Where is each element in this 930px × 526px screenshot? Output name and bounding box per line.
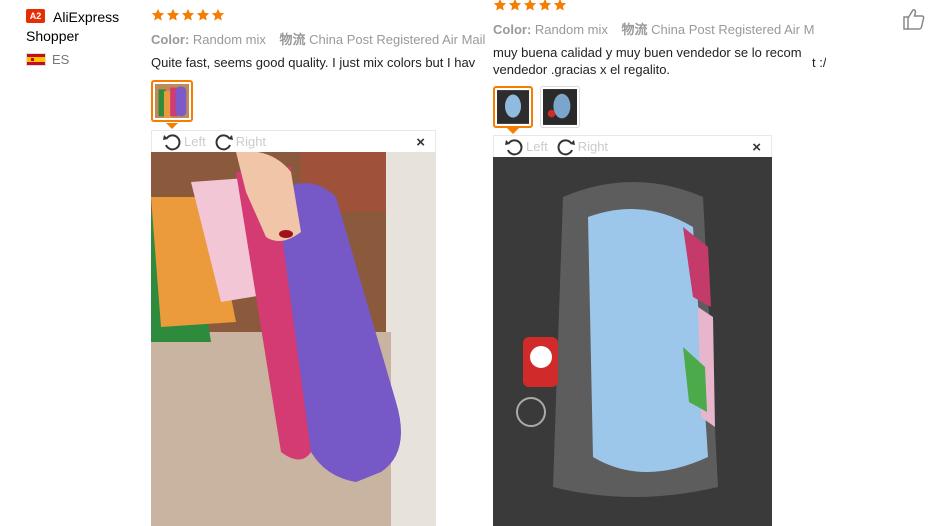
close-viewer-button[interactable]: × (416, 134, 425, 151)
socks-photo-image (151, 152, 436, 526)
rating-stars (493, 0, 567, 12)
star-icon (166, 8, 180, 21)
rotate-right-icon (557, 138, 575, 155)
spain-flag-icon (26, 53, 46, 66)
package-photo-thumb-icon (497, 90, 529, 124)
review-text-line-1: muy buena calidad y muy buen vendedor se… (493, 45, 802, 60)
color-value: Random mix (192, 32, 266, 47)
rotate-left-button[interactable]: Left (162, 132, 206, 152)
helpful-thumbs-up-icon[interactable] (902, 8, 926, 30)
review-photo-thumbnail[interactable] (493, 86, 533, 128)
star-icon (211, 8, 225, 21)
rotate-right-label: Right (577, 139, 609, 154)
rotate-left-icon (163, 133, 181, 150)
review-photo-large (151, 152, 436, 526)
shipping-value: China Post Registered Air M (651, 22, 815, 37)
shipping-label: 物流 (279, 32, 306, 47)
star-icon (151, 8, 165, 21)
reviewer-name: AliExpress Shopper (26, 9, 120, 44)
rotate-left-label: Left (184, 134, 206, 149)
review-meta: Color: Random mix 物流 China Post Register… (151, 29, 491, 48)
star-icon (493, 0, 507, 11)
thumbnail-caret (166, 123, 178, 129)
star-icon (196, 8, 210, 21)
rating-stars (151, 8, 225, 22)
rotate-right-button[interactable]: Right (556, 137, 608, 157)
rotate-left-icon (505, 138, 523, 155)
review-photo-thumbnail[interactable] (151, 80, 193, 122)
photo-viewer: Left Right × (151, 130, 436, 526)
rotate-left-label: Left (526, 139, 548, 154)
shipping-value: China Post Registered Air Mail (309, 32, 486, 47)
review-photo-large (493, 157, 772, 526)
star-icon (553, 0, 567, 11)
star-icon (523, 0, 537, 11)
rotate-right-label: Right (235, 134, 267, 149)
star-icon (538, 0, 552, 11)
close-viewer-button[interactable]: × (752, 139, 761, 156)
package-photo-thumb-icon (543, 89, 577, 125)
thumbnail-caret (507, 128, 519, 134)
sock-photo-thumb-icon (155, 84, 189, 118)
rotate-right-icon (215, 133, 233, 150)
star-icon (508, 0, 522, 11)
color-label: Color: (151, 32, 190, 47)
review-photo-thumbnail-2[interactable] (540, 86, 580, 128)
review-text: Quite fast, seems good quality. I just m… (151, 55, 476, 70)
reviewer-country: ES (52, 52, 70, 67)
review-meta: Color: Random mix 物流 China Post Register… (493, 19, 815, 38)
star-icon (181, 8, 195, 21)
color-label: Color: (493, 22, 532, 37)
rotate-left-button[interactable]: Left (504, 137, 548, 157)
package-photo-image (493, 157, 772, 526)
rotate-right-button[interactable]: Right (214, 132, 266, 152)
color-value: Random mix (534, 22, 608, 37)
shipping-label: 物流 (621, 22, 648, 37)
review-text-line-2: vendedor .gracias x el regalito. (493, 62, 671, 77)
photo-viewer: Left Right × (493, 135, 772, 526)
